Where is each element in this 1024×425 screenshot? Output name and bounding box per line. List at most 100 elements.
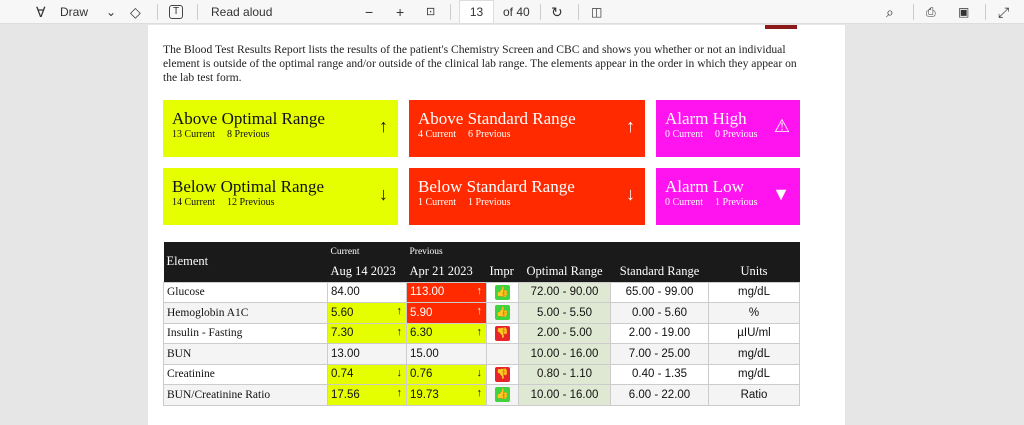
thumbs-up-icon: 👍 <box>495 284 510 300</box>
improvement: 👎 <box>486 322 519 344</box>
chevron-down-icon[interactable]: ⌄ <box>106 3 116 21</box>
draw-icon[interactable]: ∀ <box>36 3 46 21</box>
previous-value: 0.76 ↓ <box>406 363 487 385</box>
table-row: BUN 13.00 15.00 10.00 - 16.00 7.00 - 25.… <box>163 343 800 365</box>
save-icon[interactable]: ▣ <box>958 3 969 21</box>
standard-range: 0.00 - 5.60 <box>610 302 709 324</box>
arrow-icon: ↑ <box>476 387 483 399</box>
arrow-icon: ↑ <box>396 305 403 317</box>
arrow-icon: ↑ <box>476 284 483 297</box>
previous-value: 15.00 <box>406 343 487 365</box>
fullscreen-icon[interactable]: ⤢ <box>998 3 1009 21</box>
col-previous-label: Previous <box>406 242 487 262</box>
card-previous-count: 8 Previous <box>227 129 270 140</box>
standard-range: 0.40 - 1.35 <box>610 363 709 385</box>
improvement: 👍 <box>486 281 519 303</box>
card-current-count: 14 Current <box>172 197 216 208</box>
col-units: Units <box>708 262 800 282</box>
card-previous-count: 1 Previous <box>715 197 758 208</box>
element-name: Hemoglobin A1C <box>163 302 328 324</box>
card-current-count: 13 Current <box>172 129 216 140</box>
pdf-toolbar: ∀ Draw ⌄ ◇ T Read aloud − + ⊡ 13 of 40 ↻… <box>0 0 1024 24</box>
card-previous-count: 1 Previous <box>468 197 511 208</box>
card-above-standard[interactable]: Above Standard Range 4 Current 6 Previous… <box>409 100 645 157</box>
card-below-standard[interactable]: Below Standard Range 1 Current 1 Previous… <box>409 168 645 225</box>
rotate-icon[interactable]: ↻ <box>551 3 563 21</box>
units: % <box>708 302 800 324</box>
card-previous-count: 12 Previous <box>227 197 275 208</box>
print-icon[interactable]: ⎙ <box>926 3 936 21</box>
intro-paragraph: The Blood Test Results Report lists the … <box>163 43 797 84</box>
col-impr: Impr <box>486 262 519 282</box>
alarm-icon: ⚠ <box>773 116 790 136</box>
table-row: Creatinine 0.74 ↓ 0.76 ↓ 👎 0.80 - 1.10 0.4… <box>163 363 800 385</box>
optimal-range: 72.00 - 90.00 <box>518 281 611 303</box>
previous-value: 5.90 ↑ <box>406 302 487 324</box>
table-row: Glucose 84.00 113.00 ↑ 👍 72.00 - 90.00 65… <box>163 281 800 303</box>
arrow-icon: ↑ <box>396 325 403 338</box>
arrow-icon: ↑ <box>476 305 483 317</box>
previous-value: 113.00 ↑ <box>406 281 487 303</box>
current-value: 7.30 ↑ <box>327 322 407 344</box>
pdf-page: The Blood Test Results Report lists the … <box>148 25 845 425</box>
previous-value: 6.30 ↑ <box>406 322 487 344</box>
optimal-range: 5.00 - 5.50 <box>518 302 611 324</box>
thumbs-down-icon: 👎 <box>495 366 510 382</box>
eraser-icon[interactable]: ◇ <box>130 3 141 21</box>
card-title: Alarm Low <box>665 177 744 196</box>
table-row: Hemoglobin A1C 5.60 ↑ 5.90 ↑ 👍 5.00 - 5.50… <box>163 302 800 324</box>
draw-button[interactable]: Draw <box>60 3 88 21</box>
units: mg/dL <box>708 343 800 365</box>
read-aloud-button[interactable]: Read aloud <box>211 3 272 21</box>
arrow-icon: ↑ <box>379 116 388 136</box>
element-name: Insulin - Fasting <box>163 322 328 344</box>
alarm-icon: ▼ <box>772 184 790 204</box>
search-icon[interactable]: ⌕ <box>886 3 894 21</box>
units: µIU/ml <box>708 322 800 344</box>
card-title: Above Standard Range <box>418 109 576 128</box>
page-view-icon[interactable]: ◫ <box>591 3 602 21</box>
col-previous-date: Apr 21 2023 <box>406 262 487 282</box>
optimal-range: 10.00 - 16.00 <box>518 343 611 365</box>
fit-width-icon[interactable]: ⊡ <box>426 3 435 21</box>
col-optimal: Optimal Range <box>518 262 611 282</box>
col-element: Element <box>163 242 328 282</box>
arrow-icon: ↑ <box>476 325 483 338</box>
units: mg/dL <box>708 281 800 303</box>
card-above-optimal[interactable]: Above Optimal Range 13 Current 8 Previous… <box>163 100 398 157</box>
card-previous-count: 0 Previous <box>715 129 758 140</box>
table-row: Insulin - Fasting 7.30 ↑ 6.30 ↑ 👎 2.00 - 5… <box>163 322 800 344</box>
card-below-optimal[interactable]: Below Optimal Range 14 Current 12 Previou… <box>163 168 398 225</box>
thumbs-up-icon: 👍 <box>495 305 510 321</box>
improvement <box>486 343 519 365</box>
element-name: Glucose <box>163 281 328 303</box>
card-current-count: 1 Current <box>418 197 457 208</box>
current-value: 84.00 <box>327 281 407 303</box>
standard-range: 7.00 - 25.00 <box>610 343 709 365</box>
zoom-out-button[interactable]: − <box>365 3 373 21</box>
units: mg/dL <box>708 363 800 385</box>
standard-range: 65.00 - 99.00 <box>610 281 709 303</box>
col-current-date: Aug 14 2023 <box>327 262 407 282</box>
text-icon[interactable]: T <box>169 5 183 19</box>
card-alarm-low[interactable]: Alarm Low 0 Current 1 Previous ▼ <box>656 168 800 225</box>
arrow-icon: ↓ <box>626 184 635 204</box>
arrow-icon: ↑ <box>396 387 403 399</box>
card-current-count: 0 Current <box>665 129 704 140</box>
arrow-icon: ↓ <box>379 184 388 204</box>
zoom-in-button[interactable]: + <box>396 3 404 21</box>
arrow-icon: ↑ <box>626 116 635 136</box>
card-title: Above Optimal Range <box>172 109 325 128</box>
page-number-input[interactable]: 13 <box>459 0 494 24</box>
current-value: 5.60 ↑ <box>327 302 407 324</box>
optimal-range: 2.00 - 5.00 <box>518 322 611 344</box>
card-title: Alarm High <box>665 109 747 128</box>
card-current-count: 0 Current <box>665 197 704 208</box>
card-alarm-high[interactable]: Alarm High 0 Current 0 Previous ⚠ <box>656 100 800 157</box>
card-title: Below Standard Range <box>418 177 575 196</box>
element-name: BUN <box>163 343 328 365</box>
header-bar <box>765 25 797 29</box>
standard-range: 2.00 - 19.00 <box>610 322 709 344</box>
card-title: Below Optimal Range <box>172 177 325 196</box>
page-count: of 40 <box>503 5 530 19</box>
